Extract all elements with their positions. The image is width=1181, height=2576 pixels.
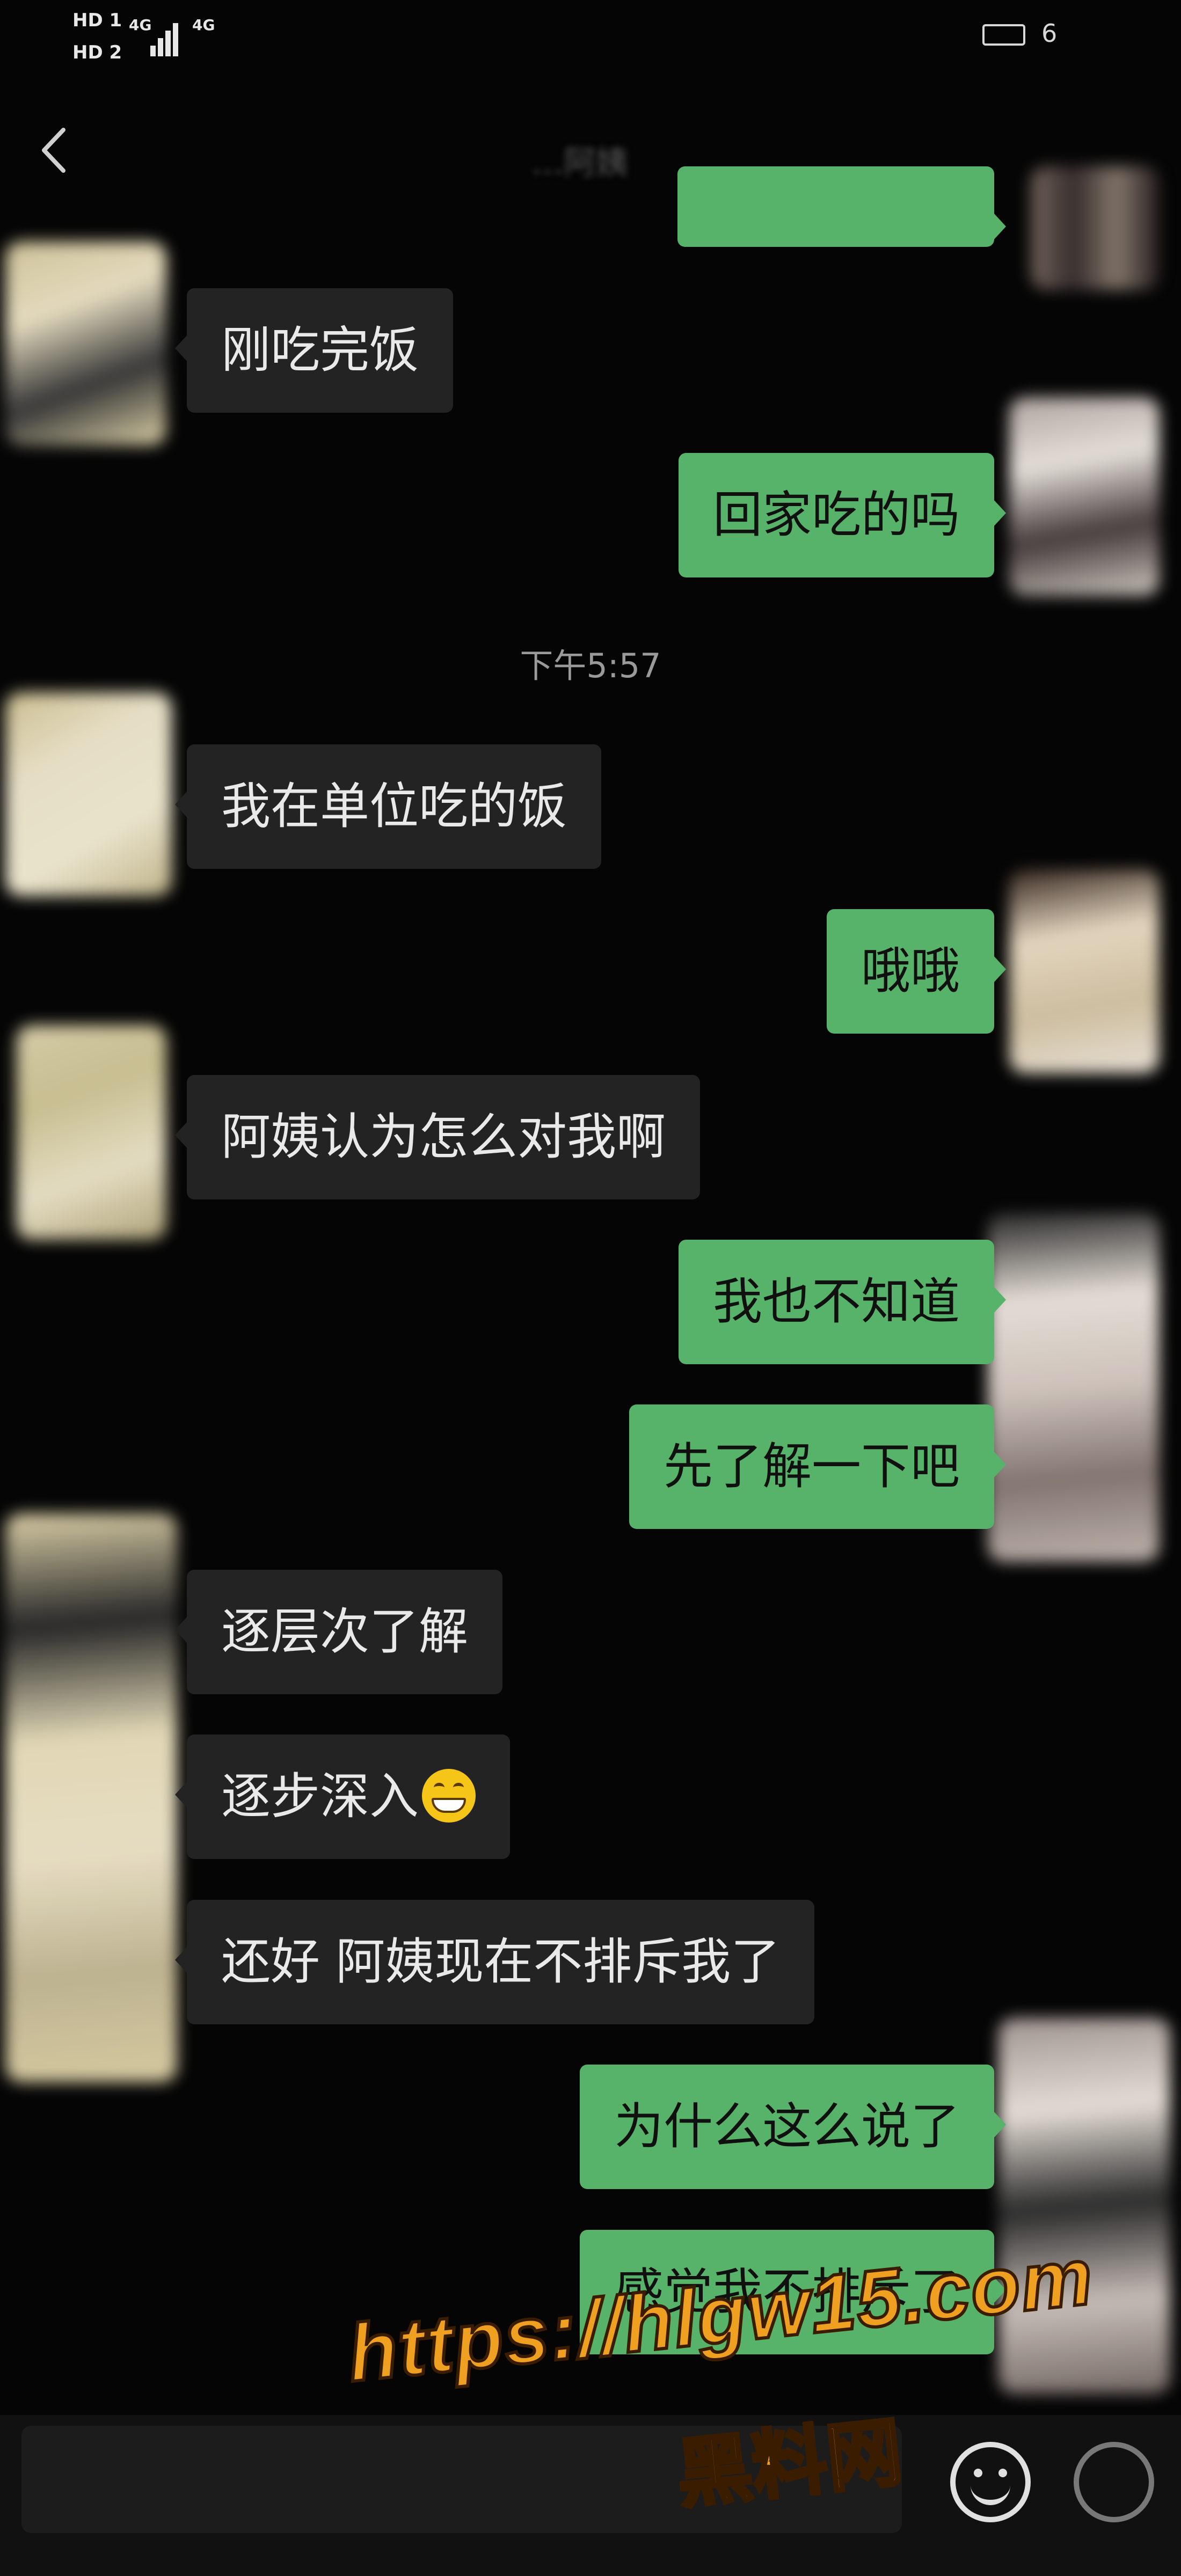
- network-type-2: 4G: [192, 16, 215, 34]
- avatar-contact[interactable]: [5, 692, 172, 896]
- chat-title: …阿姨: [531, 144, 628, 182]
- message-bubble-outgoing[interactable]: 我也不知道: [678, 1240, 1007, 1364]
- message-bubble-outgoing[interactable]: 为什么这么说了: [579, 2065, 1007, 2189]
- avatar-self[interactable]: [1009, 397, 1160, 596]
- status-bar: HD 1 HD 2 4G 4G 6: [0, 0, 1181, 80]
- chevron-left-icon[interactable]: [32, 123, 75, 177]
- avatar-contact[interactable]: [5, 241, 166, 445]
- avatar-self[interactable]: [1009, 869, 1160, 1073]
- battery-icon: [982, 24, 1025, 46]
- message-timestamp: 下午5:57: [520, 646, 661, 685]
- message-bubble-outgoing[interactable]: 哦哦: [826, 909, 1007, 1034]
- avatar-self[interactable]: [988, 1213, 1160, 1562]
- plus-circle-icon[interactable]: [1074, 2442, 1154, 2522]
- message-bubble-incoming[interactable]: 我在单位吃的饭: [174, 744, 602, 869]
- chat-screen: HD 1 HD 2 4G 4G 6 …阿姨 刚吃完饭 回家吃的吗 下午5:57 …: [0, 0, 1181, 2576]
- message-bubble-incoming[interactable]: 逐步深入: [174, 1735, 511, 1859]
- smiley-icon[interactable]: [950, 2442, 1031, 2522]
- signal-icon: [150, 19, 183, 56]
- message-text: 逐步深入: [221, 1768, 419, 1825]
- message-bubble-outgoing[interactable]: 先了解一下吧: [629, 1404, 1007, 1529]
- message-bubble-incoming[interactable]: 阿姨认为怎么对我啊: [174, 1075, 701, 1199]
- sim1-indicator: HD 1: [72, 10, 122, 31]
- network-type-1: 4G: [129, 16, 152, 34]
- avatar-self[interactable]: [998, 2018, 1170, 2394]
- battery-level: 6: [1041, 19, 1058, 48]
- avatar-self[interactable]: [1031, 166, 1160, 290]
- grinning-face-icon: [422, 1768, 476, 1823]
- message-bubble-outgoing[interactable]: 回家吃的吗: [678, 453, 1007, 577]
- message-bubble-incoming[interactable]: 逐层次了解: [174, 1570, 503, 1694]
- message-bubble-outgoing[interactable]: [677, 166, 1006, 247]
- message-bubble-incoming[interactable]: 还好 阿姨现在不排斥我了: [174, 1900, 815, 2024]
- avatar-contact[interactable]: [5, 1513, 177, 2082]
- sim2-indicator: HD 2: [72, 42, 122, 63]
- message-bubble-incoming[interactable]: 刚吃完饭: [174, 288, 454, 413]
- avatar-contact[interactable]: [16, 1025, 166, 1240]
